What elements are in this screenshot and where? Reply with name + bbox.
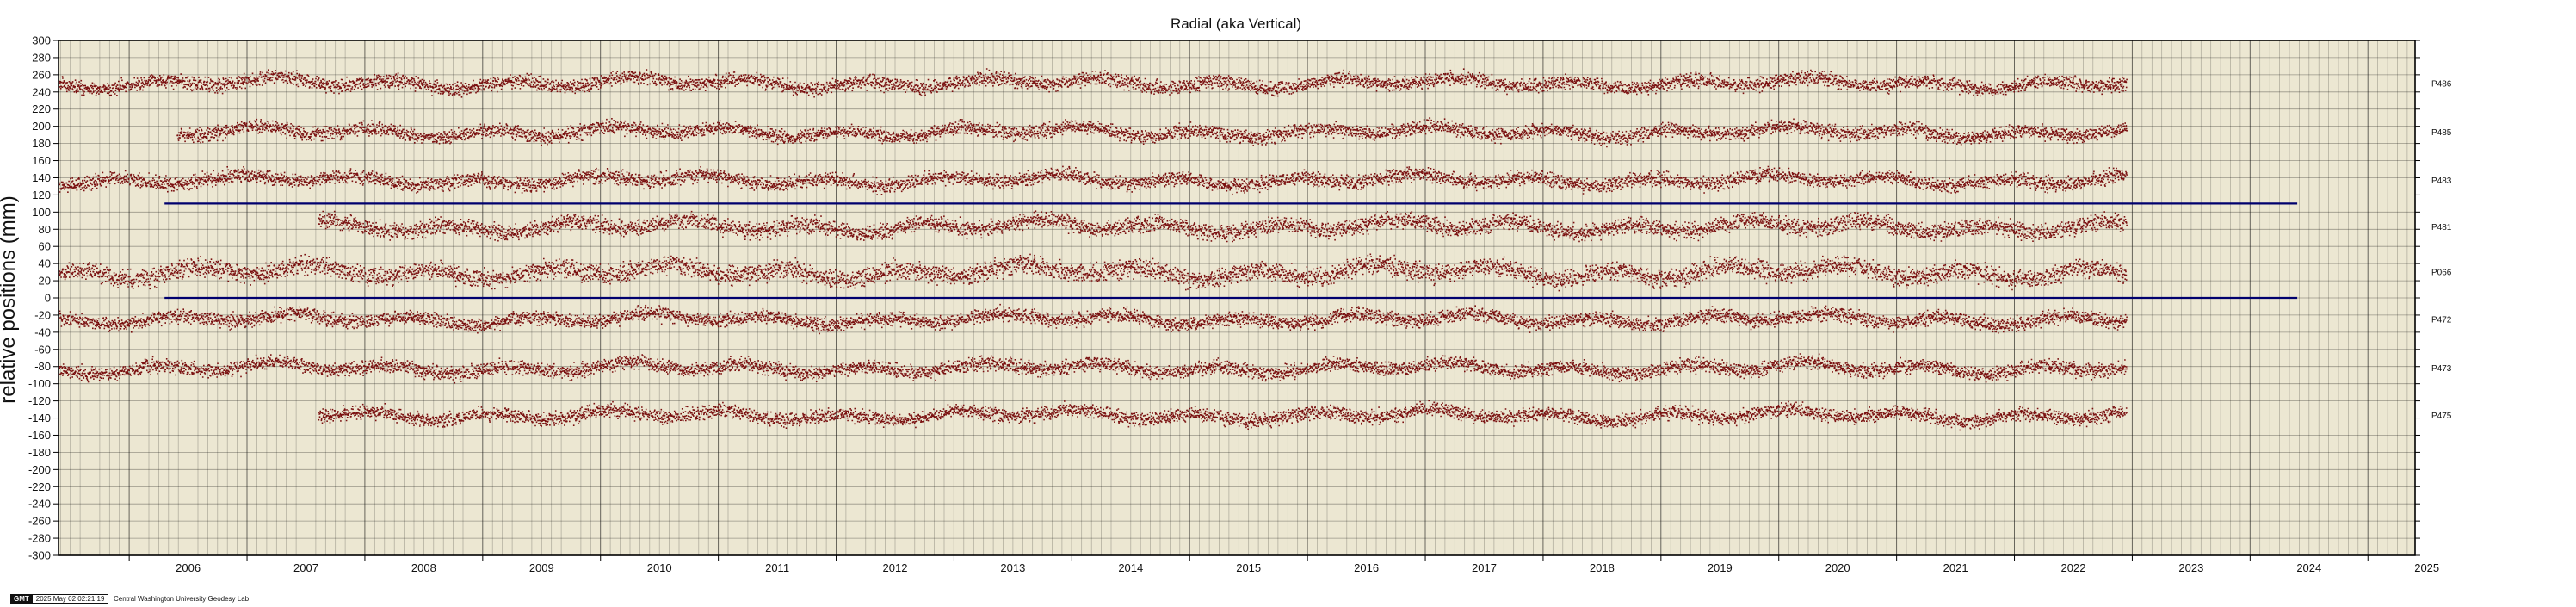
x-tick-label: 2012 <box>883 561 908 574</box>
y-tick-label: 280 <box>32 51 51 64</box>
y-tick-label: -200 <box>28 463 51 476</box>
y-tick-label: 120 <box>32 189 51 201</box>
y-tick-label: 140 <box>32 171 51 184</box>
x-tick-label: 2021 <box>1943 561 1968 574</box>
gmt-logo: GMT <box>10 594 33 604</box>
y-tick-label: 240 <box>32 85 51 98</box>
station-label: P486 <box>2431 79 2452 89</box>
x-tick-label: 2008 <box>411 561 436 574</box>
station-label: P472 <box>2431 315 2452 325</box>
x-tick-label: 2022 <box>2061 561 2086 574</box>
timestamp: 2025 May 02 02:21:19 <box>32 594 109 604</box>
y-tick-label: -180 <box>28 446 51 459</box>
x-tick-label: 2010 <box>647 561 672 574</box>
chart: Radial (aka Vertical) 300280260240220200… <box>0 15 2452 575</box>
y-tick-label: -120 <box>28 394 51 407</box>
x-tick-label: 2015 <box>1236 561 1261 574</box>
y-tick-label: -40 <box>34 325 51 338</box>
y-tick-label: -60 <box>34 343 51 356</box>
y-tick-label: 220 <box>32 102 51 115</box>
footer-credit: Central Washington University Geodesy La… <box>114 595 250 603</box>
chart-title: Radial (aka Vertical) <box>1171 15 1301 32</box>
y-tick-label: 160 <box>32 154 51 167</box>
station-label: P483 <box>2431 177 2452 186</box>
y-tick-label: 0 <box>45 292 51 305</box>
y-tick-label: 60 <box>39 240 51 253</box>
x-tick-label: 2019 <box>1708 561 1733 574</box>
station-label: P475 <box>2431 412 2452 421</box>
station-label: P485 <box>2431 128 2452 138</box>
y-tick-label: 260 <box>32 68 51 81</box>
station-label: P473 <box>2431 364 2452 374</box>
x-tick-label: 2018 <box>1590 561 1615 574</box>
y-tick-label: 180 <box>32 137 51 150</box>
y-tick-label: 40 <box>39 257 51 270</box>
station-label: P066 <box>2431 269 2452 278</box>
y-tick-label: 20 <box>39 275 51 288</box>
y-tick-label: -160 <box>28 429 51 442</box>
y-tick-label: -20 <box>34 308 51 321</box>
x-tick-label: 2009 <box>529 561 554 574</box>
x-tick-label: 2013 <box>1000 561 1025 574</box>
x-tick-label: 2023 <box>2178 561 2203 574</box>
x-tick-label: 2014 <box>1118 561 1143 574</box>
station-label: P481 <box>2431 223 2452 232</box>
x-tick-label: 2020 <box>1825 561 1850 574</box>
x-tick-label: 2007 <box>293 561 318 574</box>
y-tick-label: 200 <box>32 120 51 133</box>
y-tick-label: -220 <box>28 480 51 493</box>
y-tick-label: -240 <box>28 498 51 511</box>
y-tick-label: 300 <box>32 34 51 47</box>
y-tick-label: 100 <box>32 206 51 219</box>
x-tick-label: 2006 <box>176 561 201 574</box>
y-tick-label: 80 <box>39 223 51 236</box>
y-tick-label: -280 <box>28 532 51 545</box>
x-tick-label: 2024 <box>2296 561 2321 574</box>
plot-area: 3002802602402202001801601401201008060402… <box>28 34 2452 575</box>
x-tick-label: 2017 <box>1472 561 1497 574</box>
x-tick-label: 2016 <box>1354 561 1379 574</box>
gmt-timestamp-badge: GMT 2025 May 02 02:21:19 <box>10 594 109 604</box>
y-tick-label: -260 <box>28 515 51 528</box>
y-tick-label: -100 <box>28 377 51 390</box>
y-tick-label: -140 <box>28 412 51 424</box>
y-tick-label: -300 <box>28 549 51 562</box>
x-tick-label: 2011 <box>765 561 789 574</box>
y-tick-label: -80 <box>34 360 51 373</box>
x-tick-label: 2025 <box>2414 561 2439 574</box>
y-axis-title: relative positions (mm) <box>0 195 20 403</box>
